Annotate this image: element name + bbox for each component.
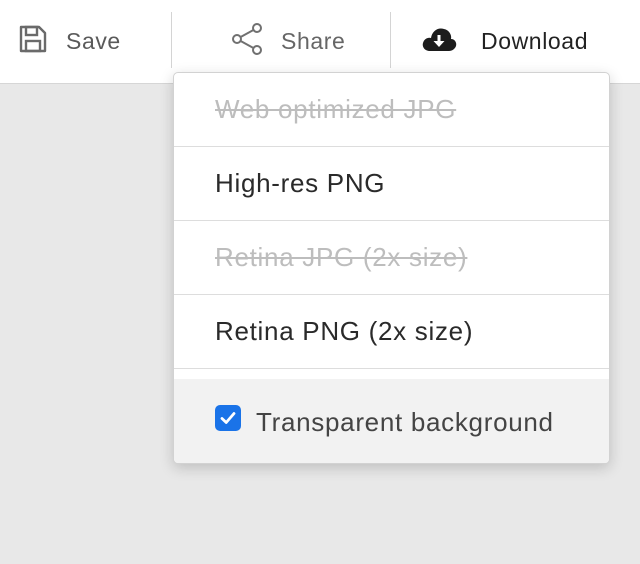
menu-item-retina-jpg: Retina JPG (2x size) [174, 221, 609, 295]
cloud-download-icon [421, 25, 457, 58]
floppy-disk-icon [18, 24, 48, 59]
menu-item-retina-png[interactable]: Retina PNG (2x size) [174, 295, 609, 369]
transparent-background-checkbox[interactable] [215, 405, 241, 431]
save-label: Save [66, 28, 121, 54]
menu-item-web-optimized-jpg: Web optimized JPG [174, 73, 609, 147]
checkmark-icon [220, 412, 236, 424]
download-label: Download [481, 28, 589, 54]
download-dropdown-menu: Web optimized JPG High-res PNG Retina JP… [173, 72, 610, 464]
toolbar-divider [390, 12, 391, 68]
share-icon [229, 21, 265, 62]
menu-item-high-res-png[interactable]: High-res PNG [174, 147, 609, 221]
share-button[interactable]: Share [229, 0, 345, 83]
toolbar-divider [171, 12, 172, 68]
download-button[interactable]: Download [421, 0, 588, 83]
share-label: Share [281, 28, 346, 54]
transparent-background-label: Transparent background [256, 406, 554, 437]
save-button[interactable]: Save [18, 0, 121, 83]
transparent-background-option[interactable]: Transparent background [174, 379, 609, 463]
